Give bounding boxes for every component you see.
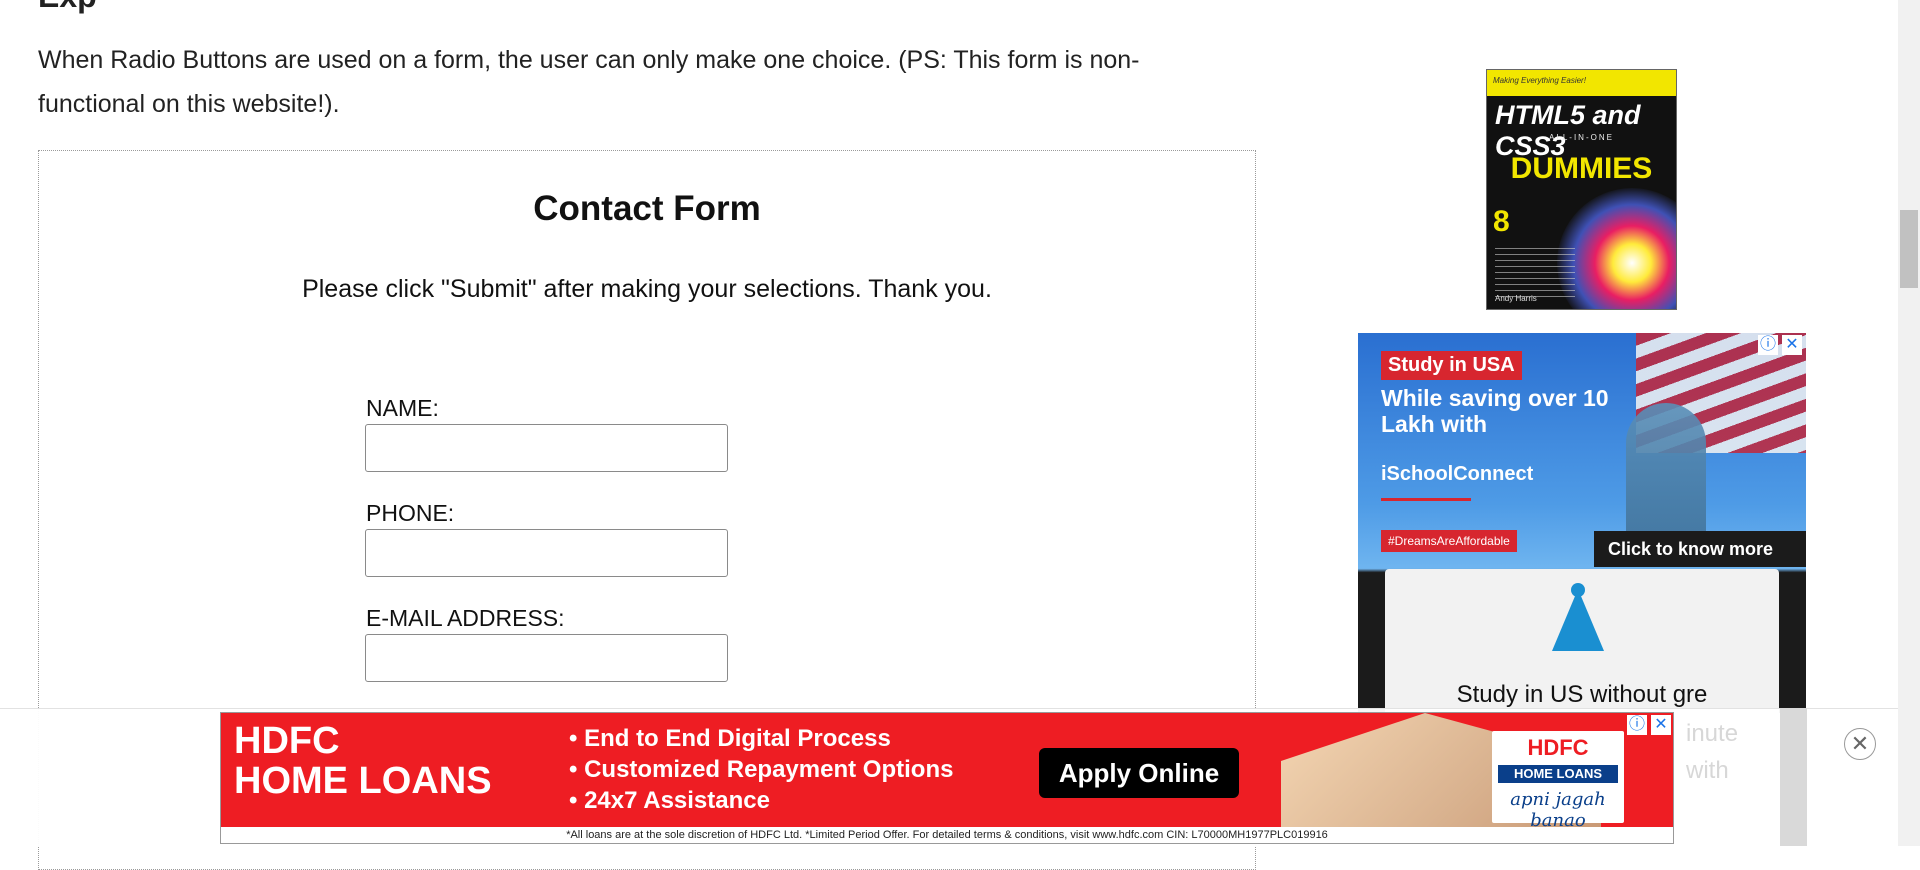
email-label: E-MAIL ADDRESS: bbox=[366, 605, 565, 631]
form-title: Contact Form bbox=[533, 189, 761, 228]
logo-line1: HDFC bbox=[1527, 735, 1589, 760]
ad-bullet: • Customized Repayment Options bbox=[569, 756, 954, 783]
book-tagline: Making Everything Easier! bbox=[1493, 76, 1586, 85]
apply-online-button[interactable]: Apply Online bbox=[1039, 748, 1239, 798]
hdfc-home-loans-ad[interactable]: HDFC HOME LOANS • End to End Digital Pro… bbox=[220, 712, 1674, 844]
dismiss-ad-button[interactable]: ✕ bbox=[1844, 728, 1876, 760]
pen-nib-icon bbox=[1552, 589, 1604, 651]
name-label: NAME: bbox=[366, 395, 439, 421]
book-count: 8 bbox=[1493, 205, 1510, 238]
book-cover-image[interactable]: Making Everything Easier! HTML5 and CSS3… bbox=[1486, 69, 1677, 310]
ad-bullet: • End to End Digital Process bbox=[569, 725, 891, 752]
ad-badge: Study in USA bbox=[1381, 351, 1522, 380]
name-input[interactable] bbox=[365, 424, 728, 472]
hdfc-brand-line1: HDFC bbox=[234, 720, 340, 762]
scrollbar-thumb[interactable] bbox=[1900, 210, 1918, 288]
book-burst-graphic bbox=[1557, 188, 1676, 309]
close-icon[interactable]: ✕ bbox=[1782, 335, 1802, 355]
hdfc-logo: HDFC HOME LOANS apni jagah banao bbox=[1492, 731, 1624, 831]
ad-hashtag: #DreamsAreAffordable bbox=[1381, 530, 1517, 552]
ad-card[interactable]: Study in US without gre bbox=[1385, 569, 1779, 713]
ad-ghost-text: inute bbox=[1686, 720, 1739, 747]
ad-divider bbox=[1381, 498, 1471, 501]
ad-card-text: Study in US without gre bbox=[1456, 681, 1708, 708]
section-heading: Exp bbox=[38, 0, 97, 15]
book-brand: DUMMIES bbox=[1510, 152, 1653, 185]
logo-line2: HOME LOANS bbox=[1498, 765, 1618, 783]
email-input[interactable] bbox=[365, 634, 728, 682]
page-scrollbar[interactable] bbox=[1898, 0, 1920, 846]
hdfc-brand-line2: HOME LOANS bbox=[234, 760, 492, 802]
info-icon[interactable]: ⓘ bbox=[1627, 715, 1647, 735]
book-author: Andy Harris bbox=[1495, 294, 1537, 303]
book-subtitle: ALL-IN-ONE bbox=[1549, 133, 1614, 142]
intro-paragraph: When Radio Buttons are used on a form, t… bbox=[38, 46, 1140, 118]
ad-headline: While saving over 10 Lakh with bbox=[1381, 385, 1609, 437]
ad-brand: iSchoolConnect bbox=[1381, 463, 1534, 485]
study-usa-ad[interactable]: Study in USA While saving over 10 Lakh w… bbox=[1358, 333, 1806, 713]
ad-bullet: • 24x7 Assistance bbox=[569, 787, 770, 814]
info-icon[interactable]: ⓘ bbox=[1758, 335, 1778, 355]
book-contents-list bbox=[1495, 248, 1575, 300]
form-instructions: Please click "Submit" after making your … bbox=[302, 275, 992, 303]
ad-ghost-text: with bbox=[1686, 757, 1729, 784]
sticky-bar-edge bbox=[1780, 708, 1807, 846]
logo-tagline: apni jagah banao bbox=[1510, 789, 1606, 831]
hdfc-brand-text: HDFC HOME LOANS bbox=[234, 721, 492, 801]
ad-cta-button[interactable]: Click to know more bbox=[1594, 531, 1806, 567]
phone-input[interactable] bbox=[365, 529, 728, 577]
ad-disclaimer: *All loans are at the sole discretion of… bbox=[221, 827, 1673, 843]
close-icon[interactable]: ✕ bbox=[1651, 715, 1671, 735]
phone-label: PHONE: bbox=[366, 500, 455, 526]
